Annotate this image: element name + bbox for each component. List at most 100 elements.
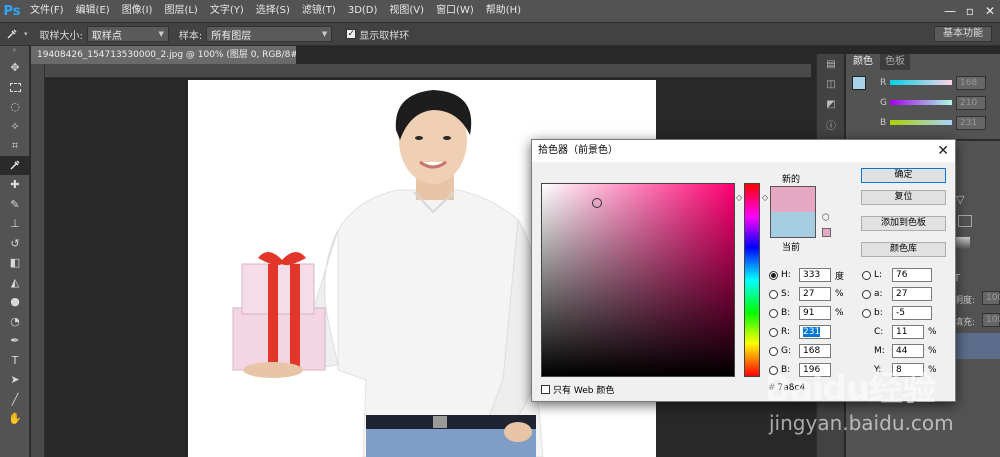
field-r: R: 231 bbox=[769, 324, 835, 340]
radio-a[interactable] bbox=[862, 289, 871, 299]
close-window-button[interactable]: ✕ bbox=[980, 1, 1000, 21]
hue-arrow-right-icon[interactable]: ◇ bbox=[762, 193, 768, 202]
hand-icon[interactable]: ✋ bbox=[0, 409, 30, 429]
line-icon[interactable]: ╱ bbox=[0, 390, 30, 410]
maximize-button[interactable]: ▫ bbox=[960, 1, 980, 21]
cube-icon[interactable]: ⬡ bbox=[822, 213, 830, 223]
menu-filter[interactable]: 滤镜(T) bbox=[296, 0, 342, 22]
web-colors-only-toggle[interactable]: 只有 Web 颜色 bbox=[541, 383, 614, 396]
menu-edit[interactable]: 编辑(E) bbox=[70, 0, 116, 22]
input-r[interactable]: 231 bbox=[799, 325, 831, 339]
tab-swatches[interactable]: 色板 bbox=[880, 54, 910, 70]
input-h[interactable]: 333 bbox=[799, 268, 831, 282]
sample-select[interactable]: 所有图层 ▼ bbox=[206, 26, 333, 42]
radio-l[interactable] bbox=[862, 270, 871, 280]
menu-3d[interactable]: 3D(D) bbox=[342, 0, 384, 22]
input-b-lab[interactable]: -5 bbox=[892, 306, 932, 320]
sample-label: 样本: bbox=[178, 30, 203, 42]
radio-b-lab[interactable] bbox=[862, 308, 871, 318]
path-select-icon[interactable]: ➤ bbox=[0, 370, 30, 390]
new-color-label: 新的 bbox=[782, 175, 801, 185]
input-s[interactable]: 27 bbox=[799, 287, 831, 301]
menu-select[interactable]: 选择(S) bbox=[250, 0, 296, 22]
magic-wand-icon[interactable]: ✧ bbox=[0, 117, 30, 137]
add-swatch-button[interactable]: 添加到色板 bbox=[861, 216, 946, 231]
close-icon[interactable]: ✕ bbox=[937, 140, 949, 162]
preset-dropdown-icon[interactable]: ▾ bbox=[24, 30, 28, 38]
menu-image[interactable]: 图像(I) bbox=[116, 0, 159, 22]
opacity-value[interactable]: 100 bbox=[982, 291, 1000, 305]
brush-icon[interactable]: ✎ bbox=[0, 195, 30, 215]
grid-icon[interactable] bbox=[958, 215, 972, 227]
radio-r[interactable] bbox=[769, 327, 778, 337]
input-b-hsb[interactable]: 91 bbox=[799, 306, 831, 320]
gradient-icon[interactable] bbox=[956, 237, 970, 249]
lasso-icon[interactable]: ◌ bbox=[0, 97, 30, 117]
input-l[interactable]: 76 bbox=[892, 268, 932, 282]
foreground-swatch[interactable] bbox=[852, 76, 866, 90]
history-brush-icon[interactable]: ↺ bbox=[0, 234, 30, 254]
r-label: R bbox=[880, 78, 887, 88]
bucket-icon[interactable]: ◭ bbox=[0, 273, 30, 293]
radio-s[interactable] bbox=[769, 289, 778, 299]
eyedropper-icon[interactable] bbox=[0, 155, 30, 175]
ruler-horizontal bbox=[31, 64, 811, 78]
menu-help[interactable]: 帮助(H) bbox=[480, 0, 527, 22]
collapse-icon[interactable]: » bbox=[0, 46, 29, 58]
menu-type[interactable]: 文字(Y) bbox=[204, 0, 250, 22]
marquee-icon[interactable] bbox=[0, 78, 30, 98]
input-a[interactable]: 27 bbox=[892, 287, 932, 301]
eyedropper-preset-icon[interactable] bbox=[0, 23, 24, 45]
radio-h[interactable] bbox=[769, 270, 778, 280]
adjust-panel-icon[interactable]: ◩ bbox=[817, 94, 845, 114]
b-slider[interactable] bbox=[890, 120, 952, 125]
info-panel-icon[interactable]: ⓘ bbox=[817, 114, 845, 134]
menu-file[interactable]: 文件(F) bbox=[24, 0, 70, 22]
blur-icon[interactable]: ● bbox=[0, 292, 30, 312]
r-value[interactable]: 168 bbox=[956, 76, 986, 90]
web-colors-only-checkbox[interactable] bbox=[541, 385, 550, 394]
show-ring-checkbox[interactable]: ✓ bbox=[346, 29, 357, 39]
saturation-brightness-field[interactable] bbox=[541, 183, 735, 377]
history-panel-icon[interactable]: ▤ bbox=[817, 54, 845, 74]
fill-label: 填充: bbox=[954, 318, 976, 328]
tools-panel: » ✥ ◌ ✧ ⌗ ✚ ✎ ⊥ ↺ ◧ ◭ ● ◔ ✒ T ➤ ╱ ✋ bbox=[0, 46, 30, 457]
document-tab[interactable]: 19408426_154713530000_2.jpg @ 100% (图层 0… bbox=[31, 46, 296, 64]
menu-layer[interactable]: 图层(L) bbox=[158, 0, 203, 22]
workspace-button[interactable]: 基本功能 bbox=[934, 26, 992, 42]
triangle-icon[interactable]: ▽ bbox=[956, 193, 964, 206]
g-value[interactable]: 210 bbox=[956, 96, 986, 110]
fill-value[interactable]: 100 bbox=[982, 313, 1000, 327]
input-c[interactable]: 11 bbox=[892, 325, 924, 339]
crop-icon[interactable]: ⌗ bbox=[0, 136, 30, 156]
r-slider[interactable] bbox=[890, 80, 952, 85]
move-icon[interactable]: ✥ bbox=[0, 58, 30, 78]
show-ring-toggle[interactable]: ✓ 显示取样环 bbox=[346, 27, 409, 42]
document-title: 19408426_154713530000_2.jpg @ 100% (图层 0… bbox=[37, 50, 296, 60]
field-b-lab: b: -5 bbox=[862, 305, 936, 321]
color-cursor[interactable] bbox=[592, 198, 602, 208]
reset-button[interactable]: 复位 bbox=[861, 190, 946, 205]
menu-view[interactable]: 视图(V) bbox=[383, 0, 430, 22]
pen-icon[interactable]: ✒ bbox=[0, 331, 30, 351]
color-libraries-button[interactable]: 颜色库 bbox=[861, 242, 946, 257]
sample-value: 所有图层 bbox=[211, 30, 252, 42]
b-value[interactable]: 231 bbox=[956, 116, 986, 130]
hue-arrow-left-icon[interactable]: ◇ bbox=[736, 193, 742, 202]
dodge-icon[interactable]: ◔ bbox=[0, 312, 30, 332]
radio-b-hsb[interactable] bbox=[769, 308, 778, 318]
type-icon[interactable]: T bbox=[0, 351, 30, 371]
current-color-swatch[interactable] bbox=[770, 212, 816, 238]
eraser-icon[interactable]: ◧ bbox=[0, 253, 30, 273]
properties-panel-icon[interactable]: ◫ bbox=[817, 74, 845, 94]
menu-window[interactable]: 窗口(W) bbox=[430, 0, 480, 22]
hue-slider[interactable] bbox=[744, 183, 760, 377]
ok-button[interactable]: 确定 bbox=[861, 168, 946, 183]
tab-color[interactable]: 颜色 bbox=[848, 54, 878, 70]
healing-icon[interactable]: ✚ bbox=[0, 175, 30, 195]
minimize-button[interactable]: — bbox=[940, 1, 960, 21]
sample-size-select[interactable]: 取样点 ▼ bbox=[86, 26, 169, 42]
web-safe-swatch[interactable] bbox=[822, 228, 831, 237]
stamp-icon[interactable]: ⊥ bbox=[0, 214, 30, 234]
g-slider[interactable] bbox=[890, 100, 952, 105]
